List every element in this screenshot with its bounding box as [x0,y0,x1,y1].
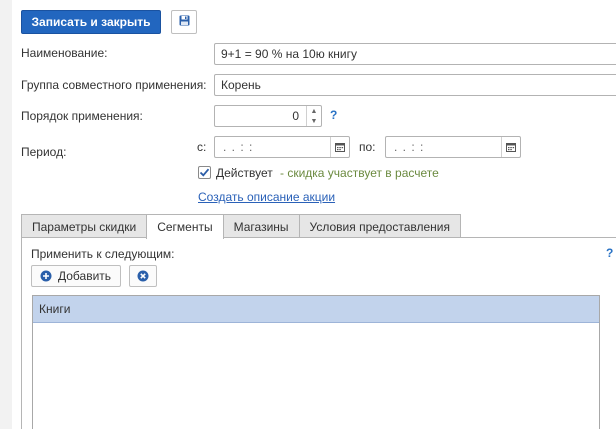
active-checkbox[interactable] [198,166,211,179]
group-value: Корень [221,78,261,92]
create-description-link[interactable]: Создать описание акции [198,190,335,204]
name-label: Наименование: [21,46,108,60]
active-hint: - скидка участвует в расчете [280,166,439,180]
name-value: 9+1 = 90 % на 10ю книгу [221,47,357,61]
period-from-field[interactable]: . . : : [214,136,350,158]
calendar-icon[interactable] [330,137,349,157]
period-from-label: с: [197,140,207,154]
segments-help-icon[interactable]: ? [606,246,613,260]
apply-to-label: Применить к следующим: [31,247,175,261]
floppy-disk-icon [179,15,190,29]
name-field[interactable]: 9+1 = 90 % на 10ю книгу [214,43,616,65]
order-value: 0 [292,109,299,123]
period-from-value: . . : : [223,140,254,154]
save-and-close-button[interactable]: Записать и закрыть [21,10,161,34]
group-label: Группа совместного применения: [21,78,207,92]
add-label: Добавить [58,269,112,283]
tab-label: Условия предоставления [309,219,450,234]
delete-icon [137,270,149,282]
save-button[interactable] [171,10,197,34]
period-to-value: . . : : [394,140,425,154]
period-to-label: по: [359,140,376,154]
table-row[interactable]: Книги [33,296,599,323]
order-label: Порядок применения: [21,109,143,123]
active-label[interactable]: Действует [216,166,273,180]
tab-bar: Параметры скидки Сегменты Магазины Услов… [21,214,461,239]
tab-label: Сегменты [157,220,213,234]
tab-conditions[interactable]: Условия предоставления [298,214,461,238]
tab-label: Параметры скидки [32,219,137,234]
add-button[interactable]: Добавить [31,265,121,287]
order-field[interactable]: 0 ▲ ▼ [214,105,322,127]
spin-down-icon[interactable]: ▼ [311,118,318,125]
calendar-icon[interactable] [501,137,520,157]
order-help-icon[interactable]: ? [330,108,337,122]
period-label: Период: [21,145,67,159]
tab-stores[interactable]: Магазины [222,214,300,238]
checkmark-icon [199,168,210,177]
row-cell: Книги [39,302,71,316]
order-spinner[interactable]: ▲ ▼ [306,106,321,126]
delete-button[interactable] [129,265,157,287]
segments-grid[interactable]: Книги [32,295,600,429]
group-field[interactable]: Корень [214,74,616,96]
save-and-close-label: Записать и закрыть [31,15,151,29]
spin-up-icon[interactable]: ▲ [311,108,318,115]
add-icon [40,270,52,282]
tab-segments[interactable]: Сегменты [146,214,224,239]
tab-label: Магазины [233,219,289,234]
period-to-field[interactable]: . . : : [385,136,521,158]
tab-discount-params[interactable]: Параметры скидки [21,214,148,238]
